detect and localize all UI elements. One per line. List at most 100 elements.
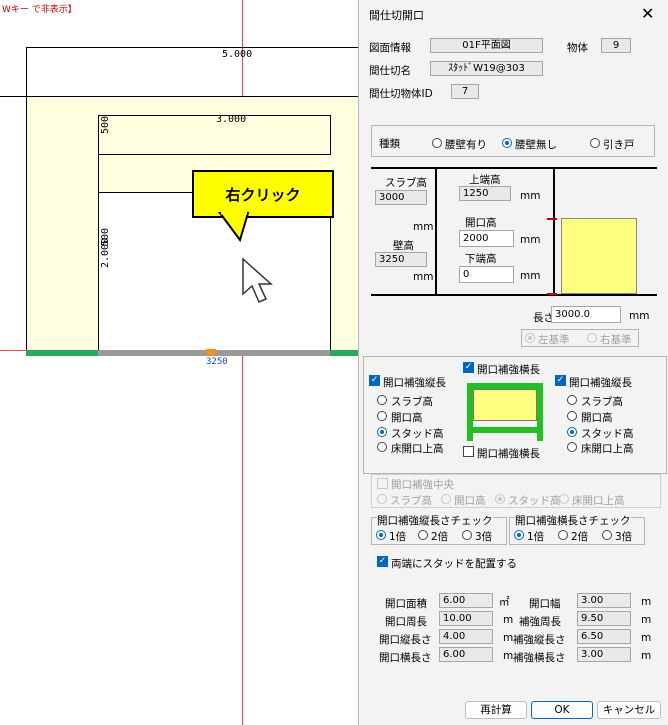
kind-option-label: 引き戸: [603, 139, 635, 151]
vert-multiple-label: 1倍: [389, 531, 407, 543]
vertical-check-label: 開口補強縦長さチェック: [377, 513, 493, 528]
right-stud-radio[interactable]: [567, 427, 577, 437]
bottom-height-input[interactable]: 0: [459, 266, 514, 283]
area-label: 開口面積: [385, 598, 427, 610]
dim-line: [98, 115, 99, 350]
dim-line: [330, 115, 331, 155]
right-option-label: スラブ高: [581, 396, 623, 408]
open-horiz-value: 6.00: [439, 647, 493, 662]
perimeter-label: 開口周長: [385, 616, 427, 628]
reinf-horiz-label: 補強横長さ: [513, 652, 566, 664]
kind-option-label: 腰壁無し: [515, 139, 557, 151]
right-option-label: スタッド高: [581, 428, 634, 440]
center-stud-radio[interactable]: [495, 494, 505, 504]
bottom-label: 下端高: [465, 253, 497, 265]
kind-label: 種類: [379, 138, 400, 150]
bottom-horizontal-checkbox[interactable]: [463, 446, 474, 457]
dimension-label-left-small: 500: [100, 115, 111, 134]
reinforcement-diagram: [463, 377, 545, 441]
partition-opening-dialog: 間仕切開口 ✕ 図面情報 01F平面図 物体 9 間仕切名 ｽﾀｯﾄﾞW19@3…: [358, 0, 668, 725]
open-vert-value: 4.00: [439, 629, 493, 644]
reinf-perimeter-unit: m: [641, 614, 652, 626]
width-unit: m: [641, 596, 652, 608]
left-slab-radio[interactable]: [377, 395, 387, 405]
both-ends-label: 両端にスタッドを配置する: [391, 558, 517, 570]
left-stud-radio[interactable]: [377, 427, 387, 437]
left-floor-radio[interactable]: [377, 442, 387, 452]
top-horizontal-checkbox[interactable]: ✓: [463, 362, 474, 373]
center-checkbox[interactable]: [377, 478, 388, 489]
floor-band-right: [330, 350, 360, 356]
reinf-perimeter-value: 9.50: [577, 611, 631, 626]
left-option-label: 床開口上高: [391, 443, 444, 455]
top-unit: mm: [520, 190, 541, 202]
left-vertical-label: 開口補強縦長: [383, 377, 446, 389]
left-open-radio[interactable]: [377, 411, 387, 421]
reinf-vert-unit: m: [641, 632, 652, 644]
horiz-multiple-label: 1倍: [527, 531, 545, 543]
base-right-label: 右基準: [600, 334, 632, 346]
horiz-2x-radio[interactable]: [558, 530, 568, 540]
title-bar[interactable]: 間仕切開口 ✕: [359, 0, 668, 30]
cancel-button[interactable]: キャンセル: [597, 701, 661, 719]
cursor-icon: [242, 257, 273, 303]
kind-radio-without-waist[interactable]: [502, 138, 512, 148]
reinf-vert-label: 補強縦長さ: [513, 634, 566, 646]
dim-line: [98, 115, 330, 116]
base-left-label: 左基準: [538, 334, 570, 346]
center-open-radio[interactable]: [441, 494, 451, 504]
top-horizontal-label: 開口補強横長: [477, 364, 540, 376]
center-floor-radio[interactable]: [559, 494, 569, 504]
ok-button[interactable]: OK: [531, 701, 593, 719]
horiz-3x-radio[interactable]: [602, 530, 612, 540]
right-floor-radio[interactable]: [567, 442, 577, 452]
center-option-label: 開口高: [454, 495, 486, 507]
right-open-radio[interactable]: [567, 411, 577, 421]
close-icon[interactable]: ✕: [641, 4, 654, 23]
left-option-label: スタッド高: [391, 428, 444, 440]
right-slab-radio[interactable]: [567, 395, 577, 405]
opening-preview: [561, 218, 637, 294]
vert-multiple-label: 3倍: [475, 531, 493, 543]
recalculate-button[interactable]: 再計算: [465, 701, 527, 719]
horiz-multiple-label: 2倍: [571, 531, 589, 543]
slab-unit: mm: [413, 221, 434, 233]
vert-1x-radio[interactable]: [376, 530, 386, 540]
object-label: 物体: [567, 42, 588, 54]
top-value: 1250: [459, 186, 511, 201]
dialog-title: 間仕切開口: [369, 9, 424, 22]
left-option-label: スラブ高: [391, 396, 433, 408]
diagram-divider: [553, 167, 555, 295]
open-height-input[interactable]: 2000: [459, 230, 514, 247]
info-label: 図面情報: [369, 42, 411, 54]
open-vert-label: 開口縦長さ: [379, 634, 432, 646]
left-vertical-checkbox[interactable]: ✓: [369, 375, 380, 386]
right-option-label: 開口高: [581, 412, 613, 424]
base-right-radio[interactable]: [587, 333, 597, 343]
vert-2x-radio[interactable]: [418, 530, 428, 540]
open-horiz-unit: m: [503, 650, 514, 662]
kind-radio-with-waist[interactable]: [432, 138, 442, 148]
right-vertical-checkbox[interactable]: ✓: [555, 375, 566, 386]
dimension-label-left-mid: 500: [100, 227, 111, 246]
horiz-1x-radio[interactable]: [514, 530, 524, 540]
partition-name-label: 間仕切名: [369, 65, 411, 77]
area-value: 6.00: [439, 593, 493, 608]
slab-label: スラブ高: [385, 177, 427, 189]
center-label: 開口補強中央: [391, 479, 454, 491]
wall-top-line: [0, 96, 360, 97]
base-left-radio[interactable]: [525, 333, 535, 343]
perimeter-unit: m: [503, 614, 514, 626]
length-input[interactable]: 3000.0: [551, 306, 621, 323]
kind-radio-sliding-door[interactable]: [590, 138, 600, 148]
partition-name-value: ｽﾀｯﾄﾞW19@303: [430, 61, 543, 76]
cad-canvas[interactable]: Wキー で非表示】 5.000 3.000 500 2.000 500 3250…: [0, 0, 360, 725]
center-slab-radio[interactable]: [377, 494, 387, 504]
vert-3x-radio[interactable]: [462, 530, 472, 540]
perimeter-value: 10.00: [439, 611, 493, 626]
both-ends-checkbox[interactable]: ✓: [377, 556, 388, 567]
right-click-callout: 右クリック: [192, 170, 334, 218]
info-value: 01F平面図: [430, 38, 543, 53]
object-value: 9: [601, 38, 631, 53]
open-vert-unit: m: [503, 632, 514, 644]
